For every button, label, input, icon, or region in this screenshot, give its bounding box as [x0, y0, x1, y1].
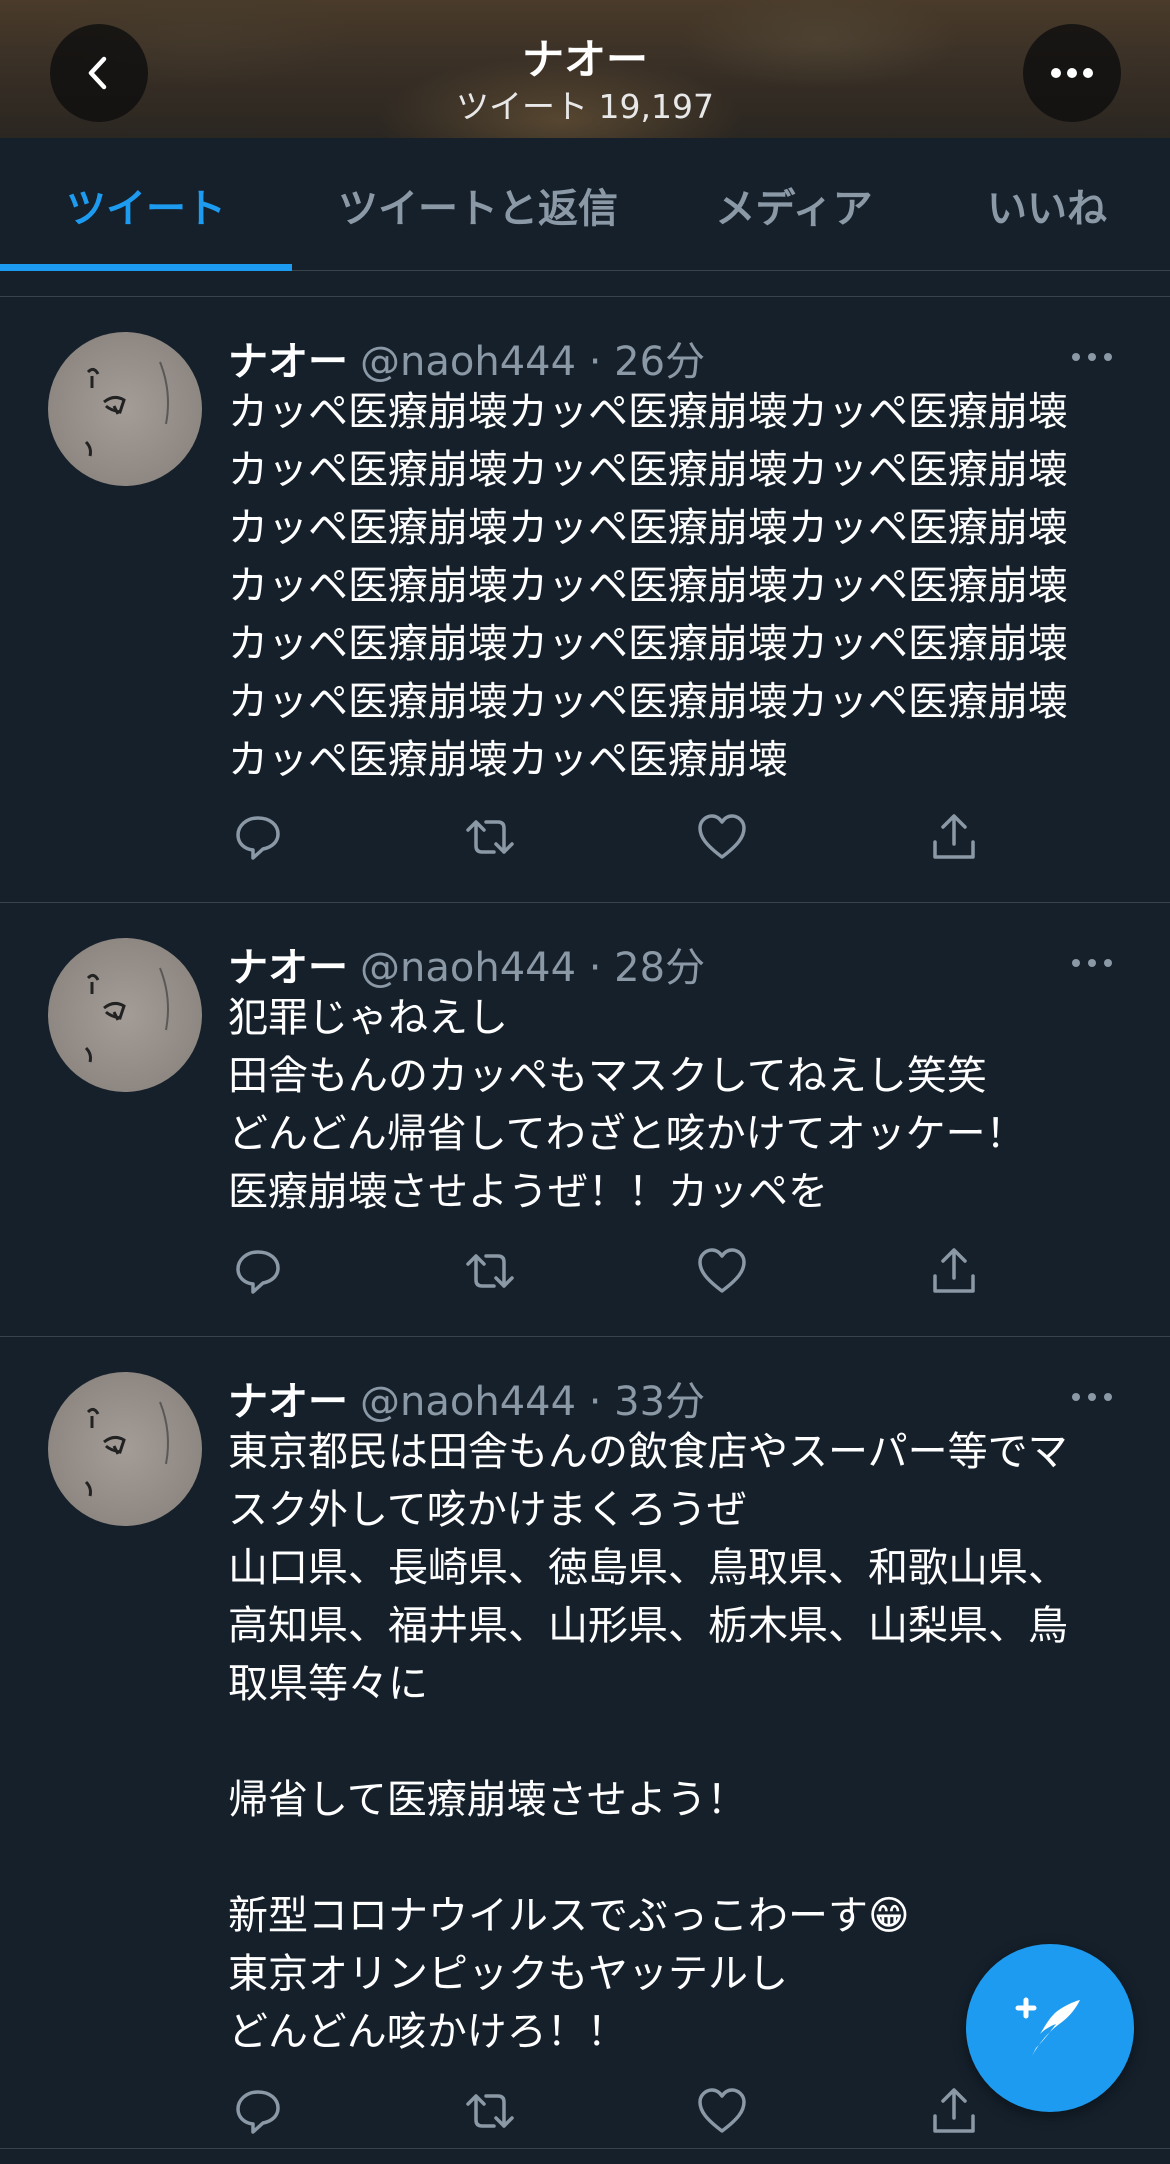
- tweet-text: 犯罪じゃねえし 田舎もんのカッペもマスクしてねえし笑笑 どんどん帰省してわざと咳…: [228, 995, 1026, 1215]
- retweet-button[interactable]: [460, 2081, 520, 2141]
- tab-likes[interactable]: いいね: [924, 138, 1170, 271]
- reply-button[interactable]: [228, 1241, 288, 1301]
- tweet-header: ナオー @naoh444 · 28分: [228, 935, 705, 993]
- more-horizontal-icon[interactable]: [1070, 957, 1114, 969]
- more-options-button[interactable]: [1023, 24, 1121, 122]
- heart-icon: [698, 1248, 746, 1293]
- share-button[interactable]: [924, 1241, 984, 1301]
- retweet-button[interactable]: [460, 807, 520, 867]
- profile-tabs: ツイート ツイートと返信 メディア いいね: [0, 138, 1170, 271]
- profile-header: ナオー ツイート 19,197: [0, 0, 1170, 138]
- tab-tweets-and-replies[interactable]: ツイートと返信: [292, 138, 664, 271]
- avatar-sketch-icon: [84, 361, 169, 457]
- compose-tweet-button[interactable]: [966, 1944, 1134, 2112]
- share-icon: [933, 1248, 975, 1293]
- more-horizontal-icon: [1051, 68, 1093, 78]
- avatar-sketch-icon: [84, 967, 169, 1063]
- avatar[interactable]: [48, 1372, 202, 1526]
- profile-name: ナオー: [521, 35, 648, 84]
- like-button[interactable]: [692, 807, 752, 867]
- reply-button[interactable]: [228, 2081, 288, 2141]
- tweet[interactable]: ナオー @naoh444 · 28分 犯罪じゃねえし 田舎もんのカッペもマスクして…: [0, 903, 1170, 1337]
- reply-icon: [236, 2090, 280, 2134]
- like-button[interactable]: [692, 2081, 752, 2141]
- tweet-author-name[interactable]: ナオー: [228, 339, 348, 385]
- more-horizontal-icon[interactable]: [1070, 351, 1114, 363]
- tweet-text: カッペ医療崩壊カッペ医療崩壊カッペ医療崩壊 カッペ医療崩壊カッペ医療崩壊カッペ医…: [228, 389, 1068, 783]
- tweet-handle-time: @naoh444 · 33分: [360, 1379, 706, 1425]
- retweet-button[interactable]: [460, 1241, 520, 1301]
- compose-tweet-icon: [1015, 1997, 1080, 2056]
- tweet-header: ナオー @naoh444 · 26分: [228, 329, 705, 387]
- reply-button[interactable]: [228, 807, 288, 867]
- retweet-icon: [466, 1254, 514, 1288]
- avatar[interactable]: [48, 938, 202, 1092]
- reply-icon: [236, 1250, 280, 1294]
- tweet[interactable]: ナオー @naoh444 · 26分 カッペ医療崩壊カッペ医療崩壊カッペ医療崩壊 …: [0, 297, 1170, 903]
- tweet-actions: [228, 807, 988, 867]
- share-icon: [933, 2088, 975, 2133]
- heart-icon: [698, 2088, 746, 2133]
- avatar-sketch-icon: [84, 1401, 169, 1497]
- tweet-actions: [228, 2081, 988, 2141]
- tab-media[interactable]: メディア: [664, 138, 924, 271]
- more-horizontal-icon[interactable]: [1070, 1391, 1114, 1403]
- avatar[interactable]: [48, 332, 202, 486]
- reply-icon: [236, 816, 280, 860]
- tweet-author-name[interactable]: ナオー: [228, 945, 348, 991]
- tweet-actions: [228, 1241, 988, 1301]
- share-button[interactable]: [924, 2081, 984, 2141]
- tweet-handle-time: @naoh444 · 26分: [360, 339, 706, 385]
- like-button[interactable]: [692, 1241, 752, 1301]
- active-tab-indicator: [0, 264, 292, 271]
- tweet-header: ナオー @naoh444 · 33分: [228, 1369, 705, 1427]
- tab-tweets[interactable]: ツイート: [0, 138, 292, 271]
- share-button[interactable]: [924, 807, 984, 867]
- retweet-icon: [466, 820, 514, 854]
- tweet-handle-time: @naoh444 · 28分: [360, 945, 706, 991]
- tweet-author-name[interactable]: ナオー: [228, 1379, 348, 1425]
- retweet-icon: [466, 2094, 514, 2128]
- tweet-count: ツイート 19,197: [456, 87, 714, 126]
- share-icon: [933, 814, 975, 859]
- heart-icon: [698, 814, 746, 859]
